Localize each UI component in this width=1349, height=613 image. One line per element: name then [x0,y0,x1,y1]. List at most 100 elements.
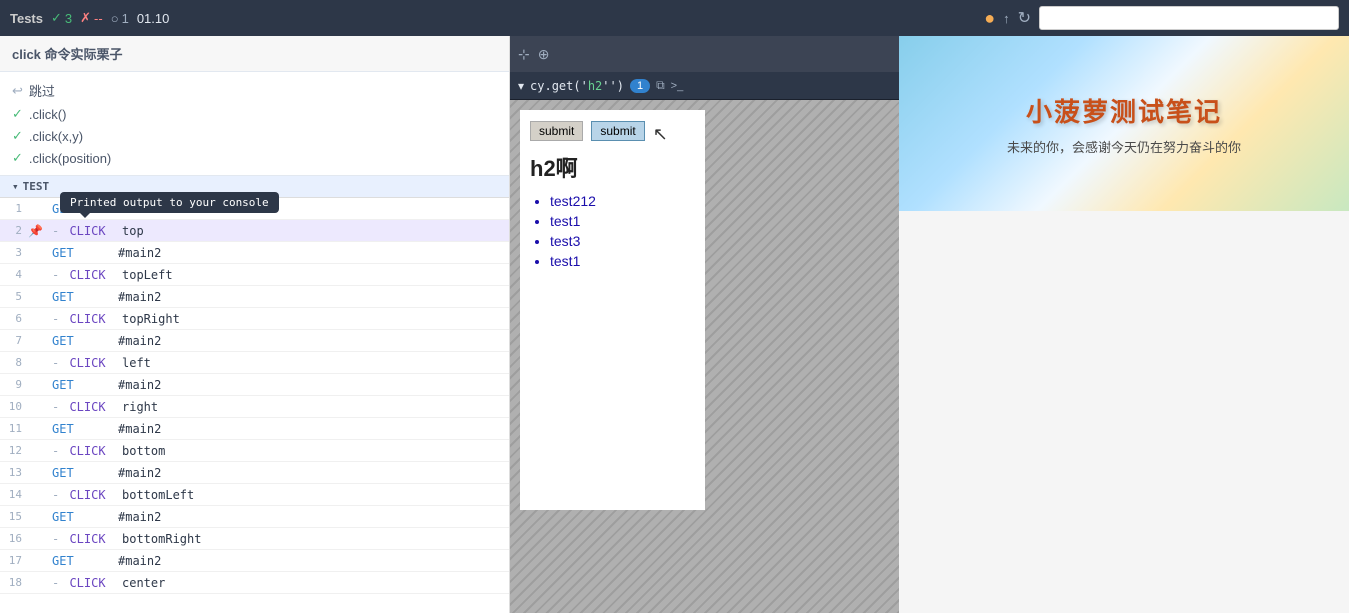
top-bar-left: Tests ✓ 3 ✗ -- ○ 1 01.10 [10,10,169,26]
crosshair-button[interactable]: ⊕ [538,46,550,63]
row-num-5: 5 [0,290,28,303]
list-item-1: test1 [550,211,695,231]
value-5: #main2 [114,290,161,304]
log-row-15[interactable]: 15 GET #main2 [0,506,509,528]
method-14: - CLICK [44,488,114,502]
row-num-3: 3 [0,246,28,259]
pin-2: 📌 [28,224,44,238]
left-nav: ↩ 跳过 ✓ .click() ✓ .click(x,y) ✓ .click(p… [0,72,509,176]
test-group-header: ▾ TEST [0,176,509,198]
check-icon-1: ✓ [12,106,23,122]
value-12: bottom [118,444,165,458]
nav-click-position-label: .click(position) [29,151,111,166]
method-16: - CLICK [44,532,114,546]
value-16: bottomRight [118,532,201,546]
selector-prefix: cy.get(' [530,79,588,93]
url-input[interactable] [1039,6,1339,30]
tests-label: Tests [10,11,43,26]
terminal-button[interactable]: >_ [671,80,684,92]
row-num-9: 9 [0,378,28,391]
nav-item-click-plain[interactable]: ✓ .click() [12,103,497,125]
value-15: #main2 [114,510,161,524]
arrow-up-icon: ↑ [1003,11,1010,26]
badge-pending: ○ 1 [111,11,129,26]
nav-item-click-position[interactable]: ✓ .click(position) [12,147,497,169]
value-9: #main2 [114,378,161,392]
selector-quote: ' [602,79,609,93]
log-row-1[interactable]: 1 GET #main2 [0,198,509,220]
cursor-arrow: ↖ [653,124,668,145]
check-icon-3: ✓ [12,150,23,166]
button-row: submit submit ↖ [530,120,695,141]
check-icon: ✓ [51,10,62,26]
log-row-12[interactable]: 12 - CLICK bottom [0,440,509,462]
method-4: - CLICK [44,268,114,282]
row-num-14: 14 [0,488,28,501]
log-row-14[interactable]: 14 - CLICK bottomLeft [0,484,509,506]
row-num-7: 7 [0,334,28,347]
cy-selector-text: cy.get('h2'') [530,79,624,93]
row-num-1: 1 [0,202,28,215]
log-row-5[interactable]: 5 GET #main2 [0,286,509,308]
row-num-16: 16 [0,532,28,545]
log-row-16[interactable]: 16 - CLICK bottomRight [0,528,509,550]
check-icon-2: ✓ [12,128,23,144]
browser-inner: submit submit ↖ h2啊 test212 test1 test3 … [520,110,705,510]
method-17: GET [44,554,114,568]
browser-content: submit submit ↖ h2啊 test212 test1 test3 … [510,100,899,613]
list-item-2: test3 [550,231,695,251]
method-7: GET [44,334,114,348]
log-row-13[interactable]: 13 GET #main2 [0,462,509,484]
log-row-4[interactable]: 4 - CLICK topLeft [0,264,509,286]
log-row-6[interactable]: 6 - CLICK topRight [0,308,509,330]
log-row-2[interactable]: 2 📌 - CLICK top Printed output to your c… [0,220,509,242]
main-layout: click 命令实际栗子 ↩ 跳过 ✓ .click() ✓ .click(x,… [0,36,1349,613]
log-row-3[interactable]: 3 GET #main2 [0,242,509,264]
value-6: topRight [118,312,180,326]
log-row-8[interactable]: 8 - CLICK left [0,352,509,374]
cross-icon: ✗ [80,10,91,26]
method-3: GET [44,246,114,260]
banner-subtitle: 未来的你，会感谢今天仍在努力奋斗的你 [1007,137,1241,156]
left-panel-header: click 命令实际栗子 [0,36,509,72]
row-num-15: 15 [0,510,28,523]
circle-icon: ○ [111,11,119,26]
log-table: ▾ TEST 1 GET #main2 2 📌 - CLICK top Prin… [0,176,509,613]
refresh-button[interactable]: ↻ [1018,8,1031,28]
chevron-selector: ▾ [518,79,524,93]
log-row-7[interactable]: 7 GET #main2 [0,330,509,352]
method-13: GET [44,466,114,480]
value-3: #main2 [114,246,161,260]
copy-button[interactable]: ⧉ [656,78,665,93]
list-item-3: test1 [550,251,695,271]
inspect-button[interactable]: ⊹ [518,46,530,63]
section-title: click 命令实际栗子 [12,47,123,62]
method-11: GET [44,422,114,436]
h2-heading: h2啊 [530,151,695,183]
method-10: - CLICK [44,400,114,414]
submit-button-1[interactable]: submit [530,121,583,141]
method-15: GET [44,510,114,524]
log-row-9[interactable]: 9 GET #main2 [0,374,509,396]
submit-button-2[interactable]: submit [591,121,644,141]
log-row-17[interactable]: 17 GET #main2 [0,550,509,572]
list-item-0: test212 [550,191,695,211]
chevron-icon: ▾ [12,180,19,193]
value-2: top [118,224,144,238]
log-row-18[interactable]: 18 - CLICK center [0,572,509,594]
value-18: center [118,576,165,590]
content-list: test212 test1 test3 test1 [530,191,695,271]
row-num-18: 18 [0,576,28,589]
log-row-10[interactable]: 10 - CLICK right [0,396,509,418]
test-group-label: TEST [23,180,50,193]
row-num-12: 12 [0,444,28,457]
row-num-2: 2 [0,224,28,237]
row-num-11: 11 [0,422,28,435]
nav-item-skip[interactable]: ↩ 跳过 [12,78,497,103]
log-row-11[interactable]: 11 GET #main2 [0,418,509,440]
row-num-4: 4 [0,268,28,281]
banner-rest [899,211,1349,613]
nav-item-click-xy[interactable]: ✓ .click(x,y) [12,125,497,147]
left-panel: click 命令实际栗子 ↩ 跳过 ✓ .click() ✓ .click(x,… [0,36,510,613]
nav-click-xy-label: .click(x,y) [29,129,83,144]
